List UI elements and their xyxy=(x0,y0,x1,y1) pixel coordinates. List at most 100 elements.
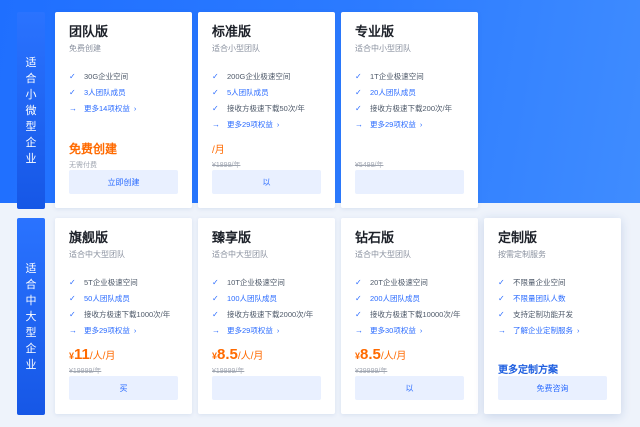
feature-item: ✓ 50人团队成员 xyxy=(69,294,130,303)
tier-label-small: 适合小微型企业 xyxy=(17,12,45,209)
feature-list: ✓ 1T企业极速空间 ✓ 20人团队成员 ✓ 接收方极速下载200次/年 → 更多29项… xyxy=(355,72,464,130)
check-icon: ✓ xyxy=(498,310,505,319)
buy-button[interactable] xyxy=(355,170,464,194)
feature-item: ✓ 支持定制功能开发 xyxy=(498,310,573,319)
plan-subtitle: 适合中大型团队 xyxy=(355,250,411,259)
chevron-right-icon: › xyxy=(133,104,137,113)
chevron-right-icon: › xyxy=(133,326,137,335)
original-price: ¥1899/年 xyxy=(212,162,241,169)
more-benefits-link[interactable]: → 更多29项权益 › xyxy=(355,120,464,130)
arrow-right-icon: → xyxy=(212,120,220,129)
plan-card-custom: 定制版 按需定制服务 ✓ 不限量企业空间 ✓ 不限量团队人数 ✓ 支持定制功能开发 →… xyxy=(484,218,621,414)
plan-card-team: 团队版 免费创建 ✓ 30G企业空间 ✓ 3人团队成员 → 更多14项权益 › 免费创建… xyxy=(55,12,192,208)
check-icon: ✓ xyxy=(212,278,219,287)
check-icon: ✓ xyxy=(498,278,505,287)
plan-subtitle: 按需定制服务 xyxy=(498,250,546,259)
plan-subtitle: 适合小型团队 xyxy=(212,44,260,53)
tier-label-large: 适合中大型企业 xyxy=(17,218,45,415)
plan-card-diamond: 钻石版 适合中大型团队 ✓ 20T企业极速空间 ✓ 200人团队成员 ✓ 接收方极速下… xyxy=(341,218,478,414)
feature-list: ✓ 10T企业极速空间 ✓ 100人团队成员 ✓ 接收方极速下载2000次/年 → 更多… xyxy=(212,278,321,336)
feature-list: ✓ 30G企业空间 ✓ 3人团队成员 → 更多14项权益 › xyxy=(69,72,178,114)
check-icon: ✓ xyxy=(355,72,362,81)
buy-button[interactable]: 以 xyxy=(355,376,464,400)
plan-title: 臻享版 xyxy=(212,230,252,245)
tier-label-small-text: 适合小微型企业 xyxy=(25,56,37,165)
check-icon: ✓ xyxy=(355,278,362,287)
more-custom-plans: 更多定制方案 xyxy=(498,365,558,376)
chevron-right-icon: › xyxy=(577,326,580,335)
plan-card-standard: 标准版 适合小型团队 ✓ 200G企业极速空间 ✓ 5人团队成员 ✓ 接收方极速下载5… xyxy=(198,12,335,208)
feature-item: ✓ 20T企业极速空间 xyxy=(355,278,428,287)
plan-subtitle: 免费创建 xyxy=(69,44,101,53)
check-icon: ✓ xyxy=(69,72,76,81)
arrow-right-icon: → xyxy=(69,326,77,335)
check-icon: ✓ xyxy=(212,294,219,303)
feature-item: ✓ 3人团队成员 xyxy=(69,88,126,97)
plan-title: 标准版 xyxy=(212,24,252,39)
feature-item: ✓ 30G企业空间 xyxy=(69,72,129,81)
plan-card-pro: 专业版 适合中小型团队 ✓ 1T企业极速空间 ✓ 20人团队成员 ✓ 接收方极速下载2… xyxy=(341,12,478,208)
feature-item: ✓ 200G企业极速空间 xyxy=(212,72,291,81)
buy-button[interactable]: 买 xyxy=(69,376,178,400)
price: ¥8.5/人/月 xyxy=(212,346,264,363)
price: ¥11/人/月 xyxy=(69,346,116,363)
chevron-right-icon: › xyxy=(419,120,423,129)
original-price: ¥19999/年 xyxy=(69,368,102,375)
arrow-right-icon: → xyxy=(498,326,506,335)
original-price: ¥5499/年 xyxy=(355,162,384,169)
feature-item: ✓ 10T企业极速空间 xyxy=(212,278,285,287)
plan-title: 专业版 xyxy=(355,24,395,39)
check-icon: ✓ xyxy=(69,294,76,303)
check-icon: ✓ xyxy=(355,104,362,113)
more-benefits-link[interactable]: → 更多14项权益 › xyxy=(69,104,178,114)
check-icon: ✓ xyxy=(212,72,219,81)
arrow-right-icon: → xyxy=(355,326,363,335)
buy-button[interactable] xyxy=(212,376,321,400)
check-icon: ✓ xyxy=(498,294,505,303)
tier-label-large-text: 适合中大型企业 xyxy=(25,262,37,371)
arrow-right-icon: → xyxy=(69,104,77,113)
feature-item: ✓ 1T企业极速空间 xyxy=(355,72,424,81)
free-consult-button[interactable]: 免费咨询 xyxy=(498,376,607,400)
check-icon: ✓ xyxy=(355,88,362,97)
buy-button[interactable]: 以 xyxy=(212,170,321,194)
feature-list: ✓ 不限量企业空间 ✓ 不限量团队人数 ✓ 支持定制功能开发 → 了解企业定制服务 › xyxy=(498,278,607,336)
check-icon: ✓ xyxy=(355,294,362,303)
check-icon: ✓ xyxy=(69,278,76,287)
plan-title: 旗舰版 xyxy=(69,230,109,245)
feature-item: ✓ 接收方极速下载10000次/年 xyxy=(355,310,461,319)
feature-item: ✓ 接收方极速下载50次/年 xyxy=(212,104,305,113)
feature-item: ✓ 接收方极速下载200次/年 xyxy=(355,104,453,113)
enterprise-custom-link[interactable]: → 了解企业定制服务 › xyxy=(498,326,607,336)
create-button[interactable]: 立即创建 xyxy=(69,170,178,194)
price: 免费创建 xyxy=(69,142,118,156)
feature-item: ✓ 5人团队成员 xyxy=(212,88,269,97)
original-price: ¥39999/年 xyxy=(355,368,388,375)
check-icon: ✓ xyxy=(69,88,76,97)
more-benefits-link[interactable]: → 更多29项权益 › xyxy=(212,326,321,336)
check-icon: ✓ xyxy=(212,104,219,113)
plan-subtitle: 适合中大型团队 xyxy=(212,250,268,259)
more-benefits-link[interactable]: → 更多29项权益 › xyxy=(69,326,178,336)
price: ¥8.5/人/月 xyxy=(355,346,407,363)
plan-subtitle: 适合中大型团队 xyxy=(69,250,125,259)
plan-card-flagship: 旗舰版 适合中大型团队 ✓ 5T企业极速空间 ✓ 50人团队成员 ✓ 接收方极速下载1… xyxy=(55,218,192,414)
feature-item: ✓ 接收方极速下载1000次/年 xyxy=(69,310,171,319)
plan-card-premium: 臻享版 适合中大型团队 ✓ 10T企业极速空间 ✓ 100人团队成员 ✓ 接收方极速下… xyxy=(198,218,335,414)
more-benefits-link[interactable]: → 更多29项权益 › xyxy=(212,120,321,130)
chevron-right-icon: › xyxy=(276,120,280,129)
price: /月 xyxy=(212,145,225,156)
feature-item: ✓ 20人团队成员 xyxy=(355,88,416,97)
chevron-right-icon: › xyxy=(419,326,423,335)
original-price: ¥19999/年 xyxy=(212,368,245,375)
feature-item: ✓ 5T企业极速空间 xyxy=(69,278,138,287)
check-icon: ✓ xyxy=(212,310,219,319)
plan-title: 团队版 xyxy=(69,24,109,39)
plan-subtitle: 适合中小型团队 xyxy=(355,44,411,53)
feature-item: ✓ 100人团队成员 xyxy=(212,294,278,303)
more-benefits-link[interactable]: → 更多30项权益 › xyxy=(355,326,464,336)
plan-title: 钻石版 xyxy=(355,230,395,245)
feature-item: ✓ 不限量团队人数 xyxy=(498,294,566,303)
price-note: 无需付费 xyxy=(69,162,97,169)
arrow-right-icon: → xyxy=(212,326,220,335)
